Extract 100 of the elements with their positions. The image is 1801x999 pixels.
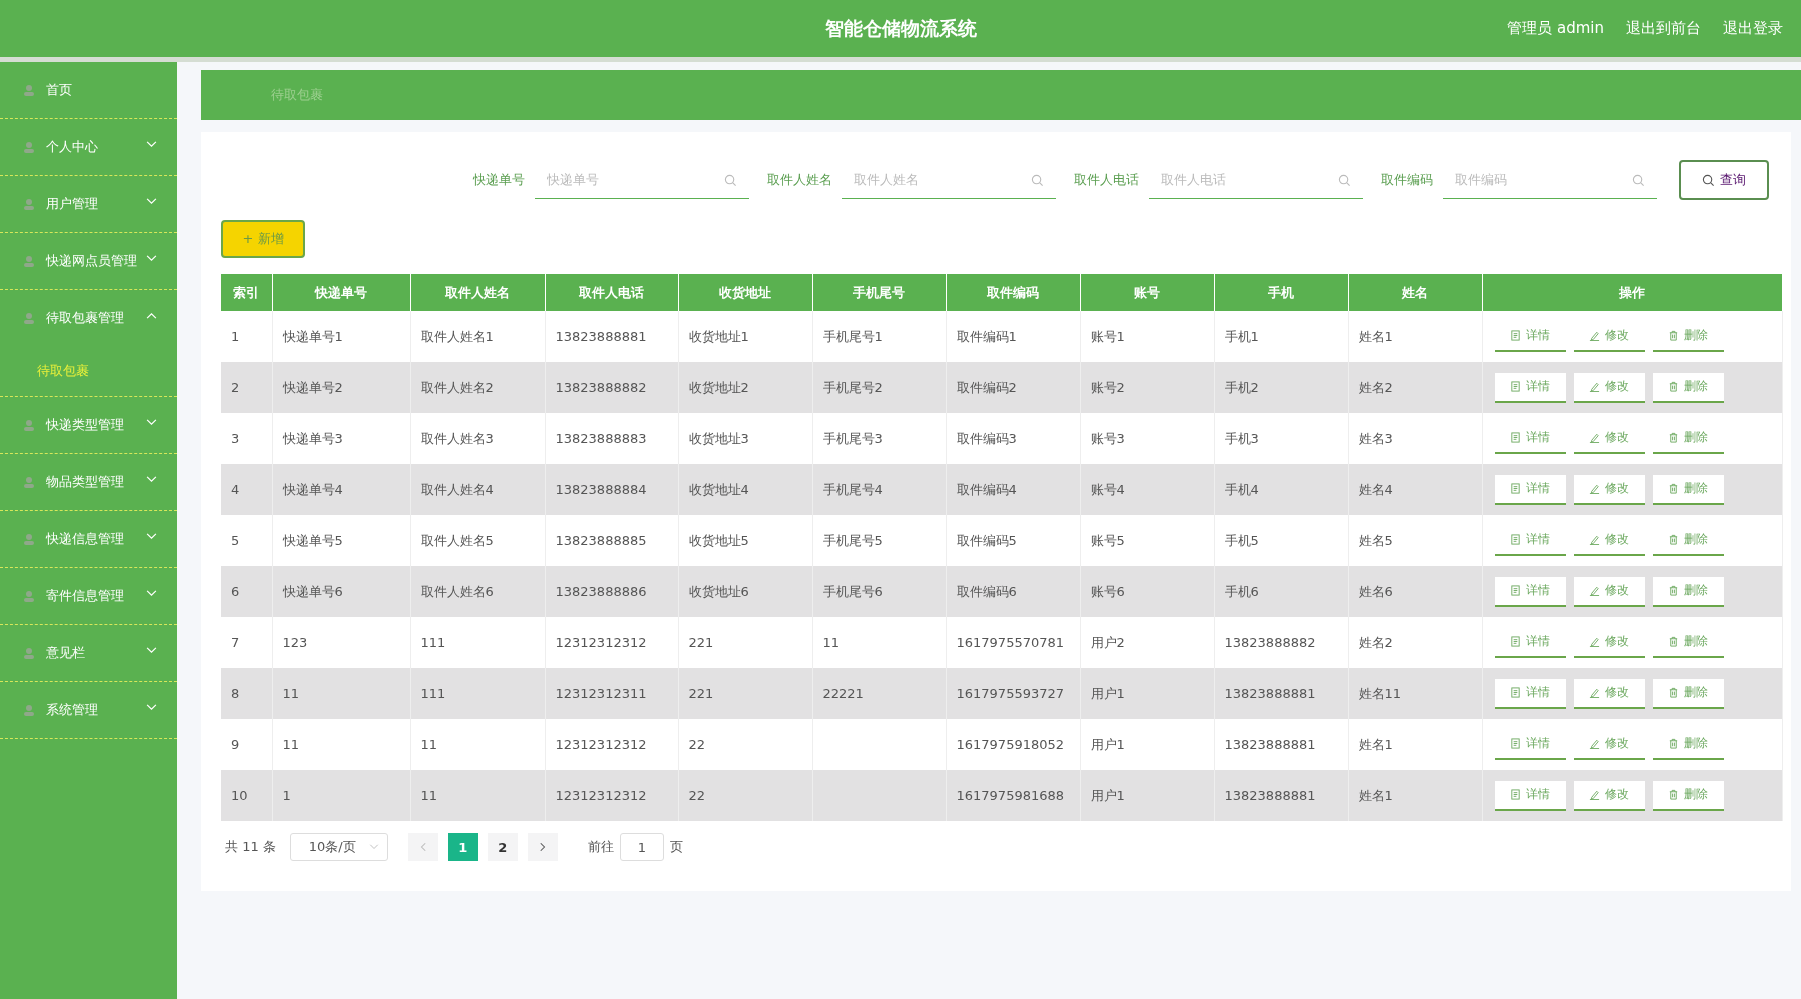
row-action-button[interactable]: 修改 xyxy=(1573,474,1645,505)
row-action-button[interactable]: 详情 xyxy=(1494,372,1566,403)
field-label: 取件编码 xyxy=(1381,171,1433,189)
chevron-down-icon xyxy=(368,844,379,850)
chevron-up-icon xyxy=(146,312,157,319)
row-action-button[interactable]: 删除 xyxy=(1652,576,1724,607)
row-action-button[interactable]: 修改 xyxy=(1573,729,1645,760)
next-page-button[interactable] xyxy=(527,833,558,861)
header-link[interactable]: 退出到前台 xyxy=(1626,19,1701,38)
trash-icon xyxy=(1668,432,1679,443)
row-action-button[interactable]: 修改 xyxy=(1573,321,1645,352)
table-cell: 12312312312 xyxy=(545,770,678,821)
row-action-button[interactable]: 修改 xyxy=(1573,678,1645,709)
row-action-button[interactable]: 修改 xyxy=(1573,525,1645,556)
column-header: 账号 xyxy=(1080,274,1214,311)
menu-item[interactable]: 寄件信息管理 xyxy=(0,568,177,625)
menu-item[interactable]: 快递类型管理 xyxy=(0,397,177,454)
table-cell: 收货地址6 xyxy=(678,566,812,617)
page-button[interactable]: 1 xyxy=(447,833,478,861)
row-action-button[interactable]: 修改 xyxy=(1573,576,1645,607)
row-action-button[interactable]: 修改 xyxy=(1573,423,1645,454)
row-action-button[interactable]: 删除 xyxy=(1652,780,1724,811)
menu-item[interactable]: 物品类型管理 xyxy=(0,454,177,511)
field-label: 快递单号 xyxy=(473,171,525,189)
table-cell: 快递单号5 xyxy=(272,515,410,566)
table-cell: 13823888886 xyxy=(545,566,678,617)
table-cell: 3 xyxy=(221,413,272,464)
menu-item[interactable]: 系统管理 xyxy=(0,682,177,739)
menu-item[interactable]: 意见栏 xyxy=(0,625,177,682)
row-action-button[interactable]: 修改 xyxy=(1573,627,1645,658)
chevron-left-icon xyxy=(419,842,426,852)
breadcrumb[interactable]: 待取包裹 xyxy=(271,86,323,104)
menu-item[interactable]: 快递信息管理 xyxy=(0,511,177,568)
pencil-icon xyxy=(1589,483,1600,494)
trash-icon xyxy=(1668,636,1679,647)
menu-item[interactable]: 首页 xyxy=(0,62,177,119)
table-cell: 1617975570781 xyxy=(946,617,1080,668)
table-cell: 姓名2 xyxy=(1348,617,1482,668)
row-action-button[interactable]: 修改 xyxy=(1573,372,1645,403)
row-action-button[interactable]: 删除 xyxy=(1652,627,1724,658)
menu-icon xyxy=(22,83,36,97)
page-size-select[interactable]: 10条/页 xyxy=(289,833,388,861)
document-icon xyxy=(1510,738,1521,749)
table-cell: 姓名4 xyxy=(1348,464,1482,515)
row-action-button[interactable]: 详情 xyxy=(1494,525,1566,556)
row-action-button[interactable]: 删除 xyxy=(1652,729,1724,760)
table-cell: 221 xyxy=(678,617,812,668)
table-cell: 1617975981688 xyxy=(946,770,1080,821)
row-action-button[interactable]: 删除 xyxy=(1652,321,1724,352)
menu-item[interactable]: 用户管理 xyxy=(0,176,177,233)
trash-icon xyxy=(1668,381,1679,392)
table-cell: 11 xyxy=(812,617,946,668)
menu-item[interactable]: 个人中心 xyxy=(0,119,177,176)
header-link[interactable]: 管理员 admin xyxy=(1507,19,1604,38)
menu-icon xyxy=(22,589,36,603)
header-link[interactable]: 退出登录 xyxy=(1723,19,1783,38)
menu-icon xyxy=(22,418,36,432)
row-action-button[interactable]: 删除 xyxy=(1652,525,1724,556)
row-action-button[interactable]: 删除 xyxy=(1652,678,1724,709)
row-action-button[interactable]: 详情 xyxy=(1494,423,1566,454)
menu-item[interactable]: 快递网点员管理 xyxy=(0,233,177,290)
row-action-button[interactable]: 修改 xyxy=(1573,780,1645,811)
prev-page-button[interactable] xyxy=(407,833,438,861)
table-cell: 22 xyxy=(678,719,812,770)
table-cell: 快递单号4 xyxy=(272,464,410,515)
table-cell: 取件人姓名6 xyxy=(410,566,545,617)
page-button[interactable]: 2 xyxy=(487,833,518,861)
row-action-button[interactable]: 删除 xyxy=(1652,423,1724,454)
table-cell: 取件编码5 xyxy=(946,515,1080,566)
menu-item[interactable]: 待取包裹管理 xyxy=(0,290,177,346)
row-action-button[interactable]: 删除 xyxy=(1652,372,1724,403)
search-icon xyxy=(1632,174,1645,187)
chevron-down-icon xyxy=(146,533,157,540)
column-header: 收货地址 xyxy=(678,274,812,311)
row-action-button[interactable]: 详情 xyxy=(1494,780,1566,811)
document-icon xyxy=(1510,687,1521,698)
table-cell: 姓名1 xyxy=(1348,719,1482,770)
table-cell: 12312312312 xyxy=(545,719,678,770)
row-action-button[interactable]: 删除 xyxy=(1652,474,1724,505)
table-cell: 快递单号1 xyxy=(272,311,410,362)
row-action-button[interactable]: 详情 xyxy=(1494,576,1566,607)
row-action-button[interactable]: 详情 xyxy=(1494,729,1566,760)
table-cell: 快递单号2 xyxy=(272,362,410,413)
table-cell: 13823888884 xyxy=(545,464,678,515)
page-input[interactable]: 1 xyxy=(619,833,664,861)
chevron-down-icon xyxy=(146,647,157,654)
add-button[interactable]: + 新增 xyxy=(221,220,305,258)
search-button[interactable]: 查询 xyxy=(1679,160,1769,200)
trash-icon xyxy=(1668,330,1679,341)
row-action-button[interactable]: 详情 xyxy=(1494,627,1566,658)
menu-icon xyxy=(22,703,36,717)
row-action-button[interactable]: 详情 xyxy=(1494,321,1566,352)
menu-icon xyxy=(22,475,36,489)
row-action-button[interactable]: 详情 xyxy=(1494,474,1566,505)
table-cell: 账号6 xyxy=(1080,566,1214,617)
table-cell: 22221 xyxy=(812,668,946,719)
row-action-button[interactable]: 详情 xyxy=(1494,678,1566,709)
submenu-item[interactable]: 待取包裹 xyxy=(0,346,177,397)
trash-icon xyxy=(1668,585,1679,596)
table-cell: 用户1 xyxy=(1080,770,1214,821)
